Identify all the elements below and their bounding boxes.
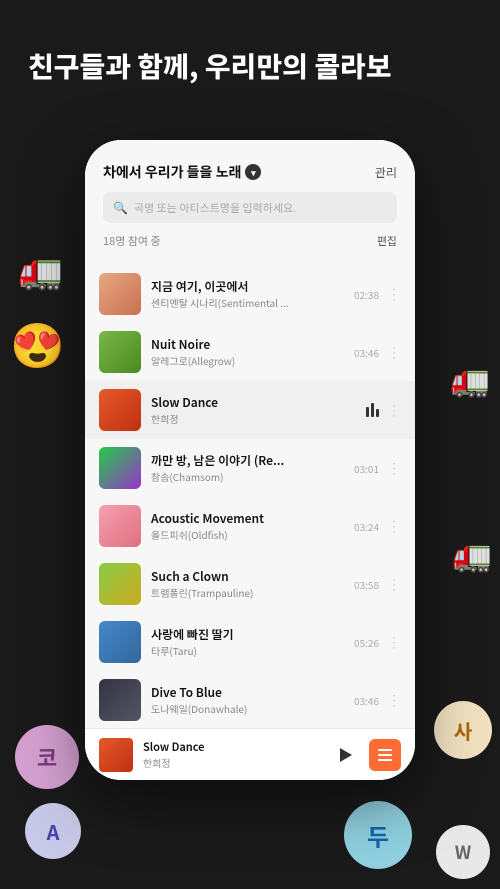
song-item[interactable]: Dive To Blue도나웨일(Donawhale) 03:46 ⋮ <box>85 671 415 728</box>
song-info: 지금 여기, 이곳에서센티멘탈 시나리(Sentimental ... <box>151 278 344 310</box>
song-title: 지금 여기, 이곳에서 <box>151 278 344 295</box>
more-options-icon[interactable]: ⋮ <box>387 342 401 362</box>
mini-player-info: Slow Dance 한희정 <box>143 739 321 770</box>
song-right-controls: 03:46 ⋮ <box>354 690 401 710</box>
song-duration: 05:26 <box>354 635 379 650</box>
song-title: 사랑에 빠진 딸기 <box>151 626 344 643</box>
float-truck-3: 🚛 <box>452 530 492 576</box>
song-thumbnail <box>99 447 141 489</box>
search-icon: 🔍 <box>113 199 128 216</box>
float-emoji-love: 😍 <box>10 310 65 374</box>
song-thumbnail <box>99 505 141 547</box>
chevron-down-icon[interactable]: ▾ <box>245 164 261 180</box>
song-duration: 03:58 <box>354 577 379 592</box>
mini-queue-button[interactable] <box>369 739 401 771</box>
song-artist: 올드피쉬(Oldfish) <box>151 527 344 542</box>
mini-player: Slow Dance 한희정 <box>85 728 415 780</box>
more-options-icon[interactable]: ⋮ <box>387 400 401 420</box>
song-artist: 트램폴린(Trampauline) <box>151 585 344 600</box>
song-info: Dive To Blue도나웨일(Donawhale) <box>151 684 344 716</box>
song-artist: 센티멘탈 시나리(Sentimental ... <box>151 295 344 310</box>
mini-player-title: Slow Dance <box>143 739 321 755</box>
mini-play-button[interactable] <box>331 741 359 769</box>
search-placeholder: 곡명 또는 아티스트명을 입력하세요. <box>134 200 296 216</box>
song-thumbnail <box>99 679 141 721</box>
song-item[interactable]: Nuit Noire알레그로(Allegrow) 03:46 ⋮ <box>85 323 415 381</box>
song-item[interactable]: 지금 여기, 이곳에서센티멘탈 시나리(Sentimental ... 02:38… <box>85 265 415 323</box>
song-info: 사랑에 빠진 딸기타루(Taru) <box>151 626 344 658</box>
song-info: Acoustic Movement올드피쉬(Oldfish) <box>151 510 344 542</box>
mini-player-thumb <box>99 738 133 772</box>
now-playing-icon <box>366 403 379 417</box>
song-title: Acoustic Movement <box>151 510 344 527</box>
song-item[interactable]: Such a Clown트램폴린(Trampauline) 03:58 ⋮ <box>85 555 415 613</box>
phone-mockup: 차에서 우리가 들을 노래 ▾ 관리 🔍 곡명 또는 아티스트명을 입력하세요.… <box>85 140 415 780</box>
song-title: Such a Clown <box>151 568 344 585</box>
playlist-title: 차에서 우리가 들을 노래 ▾ <box>103 162 261 182</box>
phone-header: 차에서 우리가 들을 노래 ▾ 관리 🔍 곡명 또는 아티스트명을 입력하세요.… <box>85 140 415 265</box>
manage-button[interactable]: 관리 <box>375 164 397 181</box>
mini-player-artist: 한희정 <box>143 755 321 770</box>
float-circle-w: W <box>436 825 490 879</box>
more-options-icon[interactable]: ⋮ <box>387 284 401 304</box>
more-options-icon[interactable]: ⋮ <box>387 632 401 652</box>
float-circle-du: 두 <box>344 801 412 869</box>
song-title: Slow Dance <box>151 394 356 411</box>
song-thumbnail <box>99 563 141 605</box>
song-duration: 02:38 <box>354 287 379 302</box>
more-options-icon[interactable]: ⋮ <box>387 690 401 710</box>
song-thumbnail <box>99 621 141 663</box>
song-thumbnail <box>99 273 141 315</box>
song-list: 지금 여기, 이곳에서센티멘탈 시나리(Sentimental ... 02:38… <box>85 265 415 728</box>
song-artist: 타루(Taru) <box>151 643 344 658</box>
song-item[interactable]: 까만 방, 남은 이야기 (Re...참솜(Chamsom) 03:01 ⋮ <box>85 439 415 497</box>
float-circle-sa: 사 <box>434 701 492 759</box>
float-truck-1: 🚛 <box>18 242 63 294</box>
song-title: Nuit Noire <box>151 336 344 353</box>
float-circle-ko: 코 <box>15 725 79 789</box>
search-bar[interactable]: 🔍 곡명 또는 아티스트명을 입력하세요. <box>103 192 397 223</box>
song-artist: 참솜(Chamsom) <box>151 469 344 484</box>
song-info: Such a Clown트램폴린(Trampauline) <box>151 568 344 600</box>
song-title: Dive To Blue <box>151 684 344 701</box>
song-artist: 한희정 <box>151 411 356 426</box>
more-options-icon[interactable]: ⋮ <box>387 516 401 536</box>
more-options-icon[interactable]: ⋮ <box>387 458 401 478</box>
song-duration: 03:24 <box>354 519 379 534</box>
play-icon <box>340 748 352 762</box>
song-right-controls: 03:24 ⋮ <box>354 516 401 536</box>
song-item[interactable]: Slow Dance한희정 ⋮ <box>85 381 415 439</box>
song-right-controls: 03:58 ⋮ <box>354 574 401 594</box>
more-options-icon[interactable]: ⋮ <box>387 574 401 594</box>
float-truck-2: 🚛 <box>450 355 490 401</box>
song-right-controls: 03:46 ⋮ <box>354 342 401 362</box>
queue-icon <box>378 749 392 761</box>
song-right-controls: 02:38 ⋮ <box>354 284 401 304</box>
song-duration: 03:46 <box>354 693 379 708</box>
song-artist: 알레그로(Allegrow) <box>151 353 344 368</box>
song-right-controls: ⋮ <box>366 400 401 420</box>
song-info: Nuit Noire알레그로(Allegrow) <box>151 336 344 368</box>
song-item[interactable]: 사랑에 빠진 딸기타루(Taru) 05:26 ⋮ <box>85 613 415 671</box>
song-right-controls: 03:01 ⋮ <box>354 458 401 478</box>
header-text: 친구들과 함께, 우리만의 콜라보 <box>28 48 472 84</box>
song-duration: 03:01 <box>354 461 379 476</box>
song-artist: 도나웨일(Donawhale) <box>151 701 344 716</box>
song-item[interactable]: Acoustic Movement올드피쉬(Oldfish) 03:24 ⋮ <box>85 497 415 555</box>
song-info: Slow Dance한희정 <box>151 394 356 426</box>
song-duration: 03:46 <box>354 345 379 360</box>
edit-button[interactable]: 편집 <box>377 233 397 249</box>
song-title: 까만 방, 남은 이야기 (Re... <box>151 452 344 469</box>
song-thumbnail <box>99 389 141 431</box>
participants-count: 18명 참여 중 <box>103 233 161 249</box>
float-circle-a: A <box>25 803 81 859</box>
song-right-controls: 05:26 ⋮ <box>354 632 401 652</box>
song-thumbnail <box>99 331 141 373</box>
song-info: 까만 방, 남은 이야기 (Re...참솜(Chamsom) <box>151 452 344 484</box>
